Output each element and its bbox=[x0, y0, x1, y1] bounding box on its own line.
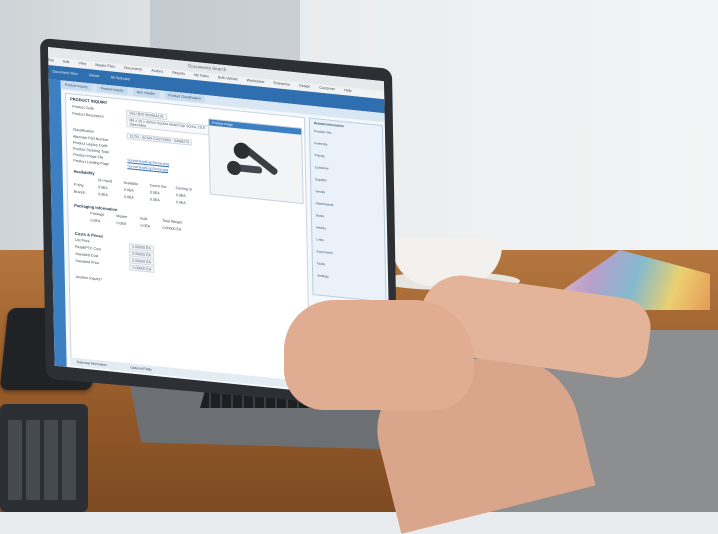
availability-row-label: Branch bbox=[73, 189, 86, 195]
cost-label: Standard Cost bbox=[75, 251, 99, 259]
cost-label: Standard Price bbox=[75, 258, 100, 266]
field-label: Product Code bbox=[72, 104, 95, 111]
packaging-cell: 0.0EA bbox=[90, 218, 101, 224]
packaging-header: Total Weight bbox=[162, 218, 183, 225]
another-inquiry-label[interactable]: Another Inquiry? bbox=[76, 275, 102, 282]
calculator-keys bbox=[8, 420, 78, 500]
menu-reports[interactable]: Reports bbox=[172, 71, 185, 76]
toolbar-all-selected[interactable]: All Selected bbox=[111, 75, 130, 81]
side-item[interactable]: Inventory bbox=[314, 141, 327, 146]
packaging-cell: 0.0EA bbox=[140, 223, 151, 229]
menu-my-tasks[interactable]: My Tasks bbox=[194, 73, 209, 79]
menu-help[interactable]: Help bbox=[344, 88, 351, 93]
field-label: Product Landing Page bbox=[73, 158, 109, 167]
status-technical-info[interactable]: Technical Information bbox=[76, 360, 106, 367]
menu-actions[interactable]: Actions bbox=[151, 69, 163, 74]
side-item[interactable]: Documents bbox=[317, 249, 333, 255]
product-description-field[interactable]: M8 x 20 x 40mm Socket Head Cap Screw, 10… bbox=[126, 116, 211, 136]
packaging-header: Master bbox=[116, 213, 128, 220]
panel-title: PRODUCT INQUIRY bbox=[69, 96, 108, 106]
tab-item-header[interactable]: Item Header bbox=[132, 87, 160, 99]
side-item[interactable]: Vendor bbox=[315, 189, 325, 194]
menu-master-files[interactable]: Master Files bbox=[95, 63, 115, 69]
packaging-header: Bulk bbox=[140, 216, 148, 222]
toolbar-document-view[interactable]: Document View bbox=[52, 69, 77, 76]
availability-header: On Hand bbox=[97, 178, 113, 184]
availability-cell: 0.0EA bbox=[149, 190, 160, 196]
side-item[interactable]: Notes bbox=[316, 213, 324, 218]
menu-file[interactable]: File bbox=[48, 58, 54, 63]
availability-cell: 0.0EA bbox=[175, 193, 186, 199]
cost-label: List Price bbox=[74, 237, 90, 244]
bolt-image bbox=[227, 142, 278, 176]
menu-bulk-upload[interactable]: Bulk Upload bbox=[218, 75, 237, 81]
side-item[interactable]: Settings bbox=[317, 273, 329, 278]
availability-header: Comm Est bbox=[149, 183, 167, 190]
menu-edit[interactable]: Edit bbox=[63, 60, 69, 65]
field-label: Product Description bbox=[72, 111, 104, 119]
menu-workspace[interactable]: Workspace bbox=[247, 78, 265, 84]
packaging-cell: 0.00000 EA bbox=[162, 225, 182, 232]
window-title: Documents Search bbox=[188, 63, 227, 73]
product-inquiry-panel: PRODUCT INQUIRY Product Code SKU-BNI-003… bbox=[64, 92, 311, 390]
preview-header: Product Image bbox=[209, 119, 302, 135]
left-hand bbox=[284, 300, 474, 410]
side-item[interactable]: Links bbox=[316, 237, 324, 242]
side-item[interactable]: History bbox=[316, 225, 326, 230]
side-item[interactable]: Customer bbox=[315, 165, 329, 170]
availability-cell: 0.0EA bbox=[123, 187, 134, 193]
menu-customer[interactable]: Customer bbox=[319, 86, 335, 92]
menu-enterprise[interactable]: Enterprise bbox=[274, 81, 290, 87]
availability-header: Coming In bbox=[175, 186, 193, 192]
cost-label: Retail/PTC Cost bbox=[75, 244, 101, 252]
product-image-preview: Product Image bbox=[208, 118, 304, 205]
availability-cell: 0.0EA bbox=[97, 192, 108, 198]
availability-header: Available bbox=[123, 180, 139, 187]
classification-field[interactable]: CLTN - SCM3 CUSTOMS - 04/99270 bbox=[126, 133, 193, 146]
menu-documents[interactable]: Documents bbox=[124, 66, 142, 72]
availability-cell: 0.0EA bbox=[149, 197, 160, 203]
side-item[interactable]: Attachments bbox=[316, 201, 334, 207]
status-optional-fields[interactable]: Optional Fields bbox=[130, 365, 151, 371]
related-info-panel: Related Information Product Info Invento… bbox=[308, 117, 387, 303]
menu-view[interactable]: View bbox=[78, 61, 86, 66]
packaging-header: Package bbox=[90, 211, 105, 217]
toolbar-viewer[interactable]: Viewer bbox=[89, 73, 100, 78]
preview-title: Product Image bbox=[212, 120, 233, 127]
availability-title: Availability bbox=[73, 168, 95, 176]
side-panel-title: Related Information bbox=[313, 121, 344, 129]
side-item[interactable]: Product Info bbox=[314, 129, 331, 135]
standard-price-field[interactable]: 0.00000 EA bbox=[129, 264, 155, 273]
availability-row-label: P-Wty bbox=[73, 182, 84, 188]
field-label: Classification bbox=[72, 127, 94, 134]
availability-cell: 0.0EA bbox=[175, 200, 186, 206]
availability-cell: 0.0EA bbox=[97, 185, 108, 191]
availability-cell: 0.0EA bbox=[123, 194, 134, 200]
packaging-cell: 0.0EA bbox=[116, 221, 127, 227]
side-item[interactable]: Supplier bbox=[315, 177, 327, 182]
packaging-title: Packaging Information bbox=[74, 202, 118, 213]
side-item[interactable]: Pricing bbox=[315, 153, 325, 158]
menu-design[interactable]: Design bbox=[299, 84, 310, 89]
side-item[interactable]: Tasks bbox=[317, 261, 325, 266]
